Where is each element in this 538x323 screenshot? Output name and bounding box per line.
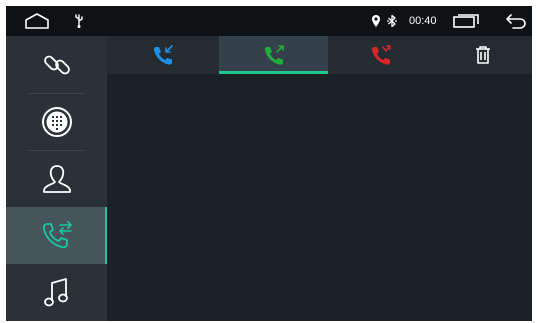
bluetooth-icon <box>387 14 397 28</box>
call-log-icon <box>42 220 72 248</box>
call-log-tabs <box>107 36 532 74</box>
incoming-call-icon <box>153 45 173 65</box>
status-time: 00:40 <box>409 15 437 27</box>
sidebar <box>6 36 107 321</box>
delete-calls-button[interactable] <box>434 36 532 74</box>
missed-call-icon <box>371 45 391 65</box>
usb-icon <box>75 14 83 28</box>
location-icon <box>372 15 380 27</box>
music-icon <box>43 277 68 306</box>
outgoing-call-icon <box>264 45 284 65</box>
car-phone-app: 00:40 <box>6 6 532 321</box>
tab-incoming-calls[interactable] <box>107 36 219 74</box>
contacts-icon <box>42 164 71 193</box>
delete-icon <box>476 46 490 64</box>
sidebar-item-call-log[interactable] <box>6 207 107 264</box>
tab-outgoing-calls[interactable] <box>219 36 328 74</box>
back-icon[interactable] <box>505 13 527 29</box>
sidebar-item-bluetooth-link[interactable] <box>6 36 107 93</box>
call-log-list <box>107 74 532 321</box>
sidebar-item-music[interactable] <box>6 264 107 321</box>
tab-missed-calls[interactable] <box>328 36 434 74</box>
dialpad-icon <box>41 106 72 137</box>
bluetooth-link-icon <box>43 55 70 74</box>
sidebar-item-dialpad[interactable] <box>6 93 107 150</box>
recent-apps-icon[interactable] <box>453 14 479 28</box>
home-icon[interactable] <box>25 13 49 29</box>
status-bar: 00:40 <box>6 6 532 36</box>
sidebar-item-contacts[interactable] <box>6 150 107 207</box>
